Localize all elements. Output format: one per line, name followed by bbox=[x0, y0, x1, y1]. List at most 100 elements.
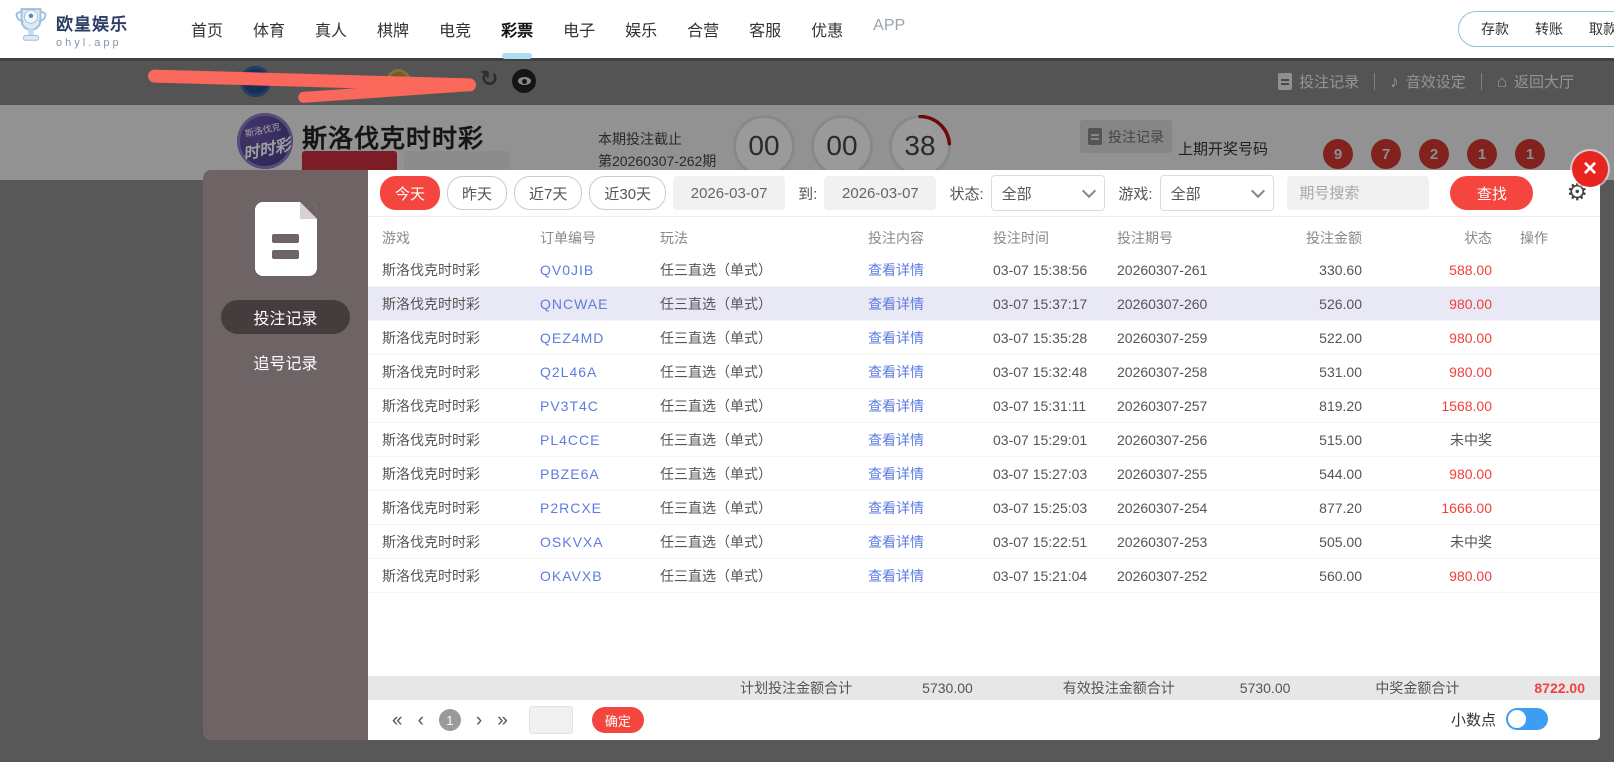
cell-play-type: 任三直选（单式） bbox=[660, 533, 772, 550]
cell-view-details-link[interactable]: 查看详情 bbox=[868, 498, 993, 518]
cell-game: 斯洛伐克时时彩 bbox=[382, 363, 480, 380]
table-row: 斯洛伐克时时彩 PV3T4C 任三直选（单式） 查看详情 03-07 15:31:11 2… bbox=[368, 389, 1600, 423]
cell-issue-number: 20260307-260 bbox=[1117, 295, 1208, 312]
cell-order-number[interactable]: QNCWAE bbox=[540, 296, 660, 312]
nav-item-客服[interactable]: 客服 bbox=[746, 11, 784, 47]
column-header-投注时间: 投注时间 bbox=[993, 230, 1049, 246]
cell-issue-number: 20260307-254 bbox=[1117, 499, 1208, 516]
cell-game: 斯洛伐克时时彩 bbox=[382, 499, 480, 516]
cell-view-details-link[interactable]: 查看详情 bbox=[868, 362, 993, 382]
quick-filter-近30天[interactable]: 近30天 bbox=[589, 176, 667, 210]
nav-item-娱乐[interactable]: 娱乐 bbox=[622, 11, 660, 47]
last-page-button[interactable]: » bbox=[497, 711, 508, 730]
nav-item-彩票[interactable]: 彩票 bbox=[498, 11, 536, 47]
cell-bet-amount: 531.00 bbox=[1319, 363, 1362, 380]
pagination: « ‹ 1 › » 确定 bbox=[368, 700, 1600, 740]
game-select-value: 全部 bbox=[1170, 185, 1201, 203]
column-header-投注金额: 投注金额 bbox=[1306, 230, 1362, 246]
cell-play-type: 任三直选（单式） bbox=[660, 567, 772, 584]
chevron-down-icon bbox=[1251, 183, 1266, 199]
nav-item-合营[interactable]: 合营 bbox=[684, 11, 722, 47]
cell-order-number[interactable]: OKAVXB bbox=[540, 568, 660, 584]
decimal-toggle[interactable] bbox=[1506, 708, 1548, 730]
cell-issue-number: 20260307-259 bbox=[1117, 329, 1208, 346]
sidebar-item-chase-records[interactable]: 追号记录 bbox=[203, 350, 368, 374]
cell-play-type: 任三直选（单式） bbox=[660, 363, 772, 380]
table-row: 斯洛伐克时时彩 OSKVXA 任三直选（单式） 查看详情 03-07 15:22:51 2… bbox=[368, 525, 1600, 559]
cell-status: 未中奖 bbox=[1450, 431, 1492, 448]
table-row: 斯洛伐克时时彩 Q2L46A 任三直选（单式） 查看详情 03-07 15:32:48 2… bbox=[368, 355, 1600, 389]
cell-order-number[interactable]: PBZE6A bbox=[540, 466, 660, 482]
cell-view-details-link[interactable]: 查看详情 bbox=[868, 566, 993, 586]
chevron-down-icon bbox=[1082, 183, 1097, 199]
planned-total-value: 5730.00 bbox=[922, 680, 973, 696]
status-select[interactable]: 全部 bbox=[990, 175, 1106, 211]
page-number-input[interactable] bbox=[528, 706, 573, 734]
current-page-badge[interactable]: 1 bbox=[438, 709, 461, 731]
column-header-状态: 状态 bbox=[1464, 230, 1492, 246]
nav-item-首页[interactable]: 首页 bbox=[188, 11, 226, 47]
cell-view-details-link[interactable]: 查看详情 bbox=[868, 260, 993, 280]
cell-order-number[interactable]: QEZ4MD bbox=[540, 330, 660, 346]
cell-bet-amount: 877.20 bbox=[1319, 499, 1362, 516]
cell-order-number[interactable]: PV3T4C bbox=[540, 398, 660, 414]
nav-item-优惠[interactable]: 优惠 bbox=[808, 11, 846, 47]
cell-order-number[interactable]: Q2L46A bbox=[540, 364, 660, 380]
cell-view-details-link[interactable]: 查看详情 bbox=[868, 396, 993, 416]
nav-item-真人[interactable]: 真人 bbox=[312, 11, 350, 47]
main-menu: 首页 体育 真人 棋牌 电竞 彩票 电子 娱乐 合营 客服 优惠 APP bbox=[188, 11, 908, 47]
cell-play-type: 任三直选（单式） bbox=[660, 261, 772, 278]
cell-order-number[interactable]: QV0JIB bbox=[540, 262, 660, 278]
top-navigation: 欧皇娱乐 ohyl.app 首页 体育 真人 棋牌 电竞 彩票 电子 娱乐 合营 客服 优惠 APP … bbox=[0, 0, 1614, 58]
cell-order-number[interactable]: P2RCXE bbox=[540, 500, 660, 516]
date-from-input[interactable]: 2026-03-07 bbox=[673, 176, 786, 210]
next-page-button[interactable]: › bbox=[476, 711, 482, 730]
cell-view-details-link[interactable]: 查看详情 bbox=[868, 532, 993, 552]
table-body: 斯洛伐克时时彩 QV0JIB 任三直选（单式） 查看详情 03-07 15:38:56 2… bbox=[368, 253, 1600, 593]
issue-search-input[interactable] bbox=[1287, 176, 1430, 210]
cell-game: 斯洛伐克时时彩 bbox=[382, 465, 480, 482]
column-header-投注期号: 投注期号 bbox=[1117, 230, 1173, 246]
cell-play-type: 任三直选（单式） bbox=[660, 397, 772, 414]
nav-item-棋牌[interactable]: 棋牌 bbox=[374, 11, 412, 47]
cell-order-number[interactable]: PL4CCE bbox=[540, 432, 660, 448]
table-row: 斯洛伐克时时彩 PL4CCE 任三直选（单式） 查看详情 03-07 15:29:01 2… bbox=[368, 423, 1600, 457]
cell-view-details-link[interactable]: 查看详情 bbox=[868, 328, 993, 348]
date-to-input[interactable]: 2026-03-07 bbox=[824, 176, 937, 210]
brand-name: 欧皇娱乐 bbox=[56, 14, 128, 34]
cell-order-number[interactable]: OSKVXA bbox=[540, 534, 660, 550]
wallet-button-取款[interactable]: 取款 bbox=[1589, 19, 1614, 39]
prev-page-button[interactable]: ‹ bbox=[418, 711, 424, 730]
wallet-button-存款[interactable]: 存款 bbox=[1481, 19, 1509, 39]
nav-item-体育[interactable]: 体育 bbox=[250, 11, 288, 47]
wallet-button-转账[interactable]: 转账 bbox=[1535, 19, 1563, 39]
nav-item-电竞[interactable]: 电竞 bbox=[436, 11, 474, 47]
game-select[interactable]: 全部 bbox=[1159, 175, 1275, 211]
cell-game: 斯洛伐克时时彩 bbox=[382, 533, 480, 550]
totals-bar: 计划投注金额合计 5730.00 有效投注金额合计 5730.00 中奖金额合计… bbox=[368, 676, 1600, 700]
quick-filter-今天[interactable]: 今天 bbox=[380, 176, 441, 210]
close-icon[interactable]: × bbox=[1572, 151, 1608, 187]
quick-filter-昨天[interactable]: 昨天 bbox=[447, 176, 508, 210]
trophy-logo-icon bbox=[14, 6, 48, 53]
cell-bet-time: 03-07 15:31:11 bbox=[993, 397, 1087, 414]
cell-play-type: 任三直选（单式） bbox=[660, 329, 772, 346]
nav-item-APP[interactable]: APP bbox=[870, 11, 908, 47]
nav-item-电子[interactable]: 电子 bbox=[560, 11, 598, 47]
confirm-page-button[interactable]: 确定 bbox=[591, 707, 644, 733]
cell-status: 980.00 bbox=[1449, 465, 1492, 482]
cell-view-details-link[interactable]: 查看详情 bbox=[868, 294, 993, 314]
search-button[interactable]: 查找 bbox=[1450, 176, 1534, 210]
first-page-button[interactable]: « bbox=[392, 711, 403, 730]
cell-issue-number: 20260307-252 bbox=[1117, 567, 1208, 584]
column-header-游戏: 游戏 bbox=[382, 230, 410, 246]
sidebar-item-bet-records[interactable]: 投注记录 bbox=[221, 300, 350, 334]
cell-status: 1568.00 bbox=[1441, 397, 1492, 414]
cell-view-details-link[interactable]: 查看详情 bbox=[868, 464, 993, 484]
quick-filter-近7天[interactable]: 近7天 bbox=[514, 176, 583, 210]
win-total-value: 8722.00 bbox=[1534, 680, 1585, 696]
cell-view-details-link[interactable]: 查看详情 bbox=[868, 430, 993, 450]
brand-logo[interactable]: 欧皇娱乐 ohyl.app bbox=[0, 6, 172, 53]
cell-game: 斯洛伐克时时彩 bbox=[382, 567, 480, 584]
cell-game: 斯洛伐克时时彩 bbox=[382, 329, 480, 346]
